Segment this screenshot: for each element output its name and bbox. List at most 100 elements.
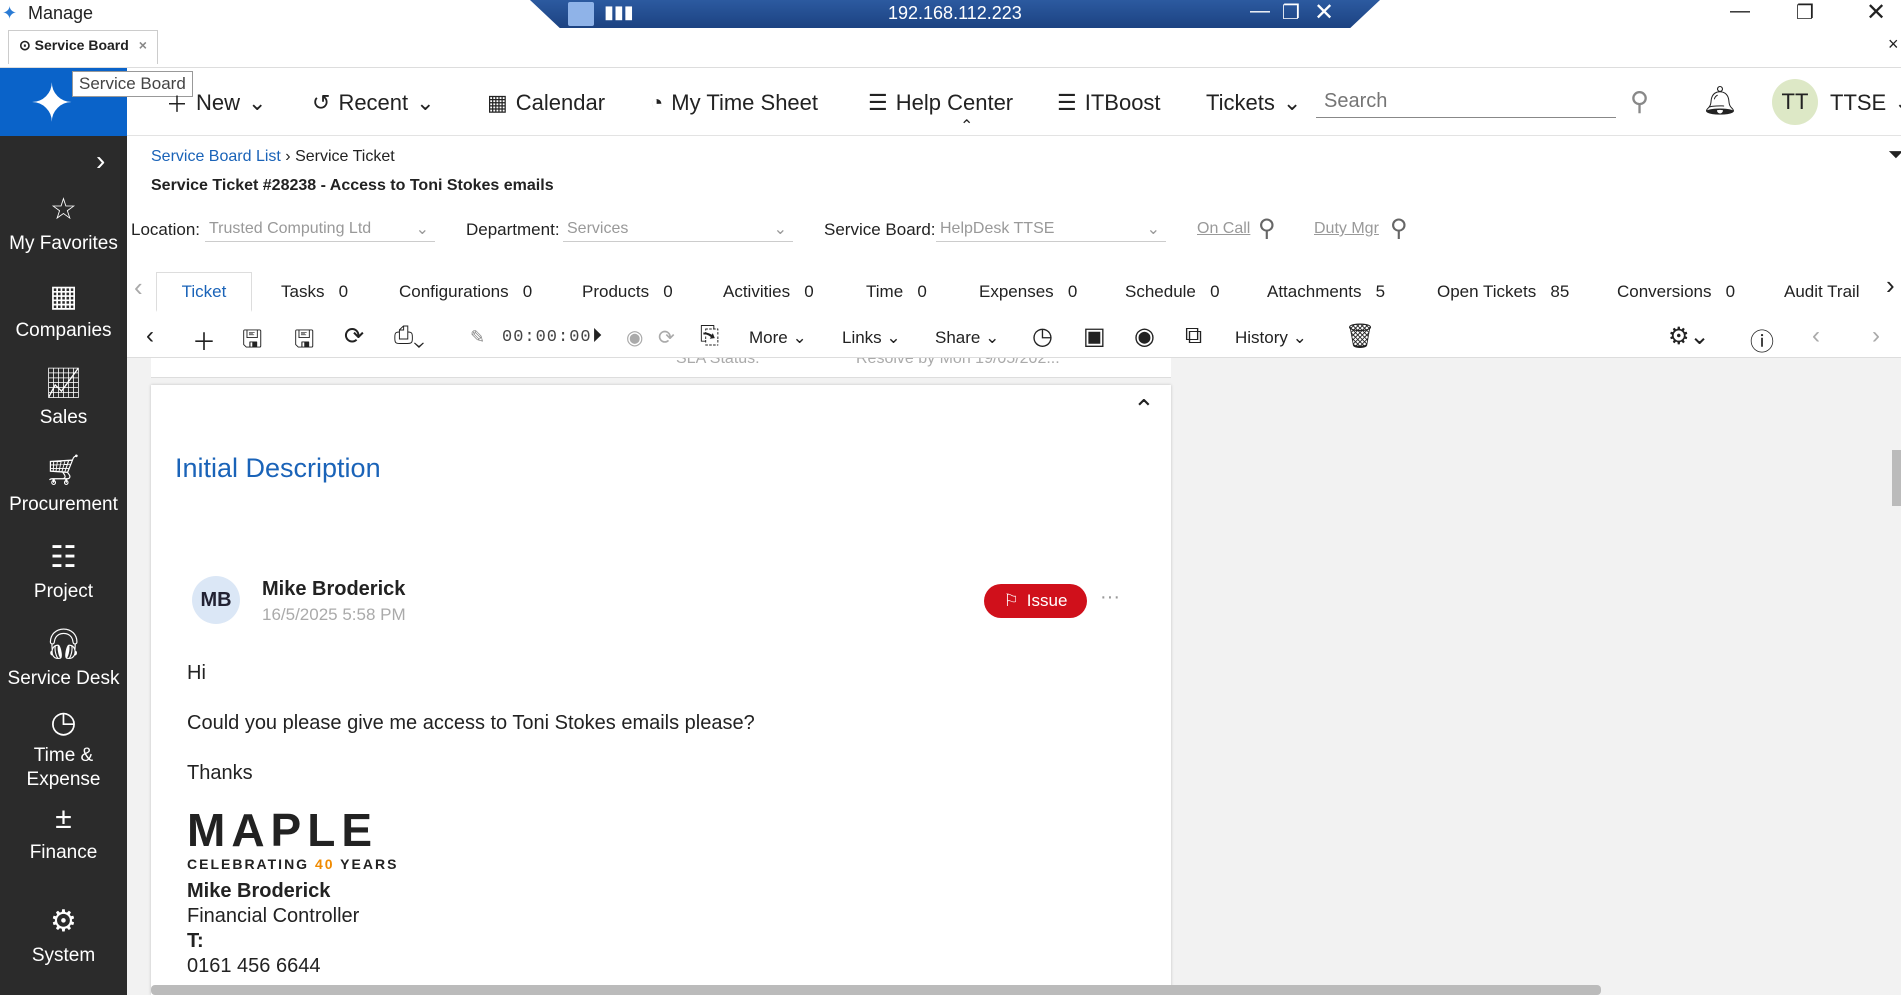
department-select[interactable]: Services ⌄ [563,216,793,242]
new-menu[interactable]: ＋ New ⌄ [166,86,266,120]
more-label: More [749,328,788,347]
sla-value[interactable]: Resolve by Mon 19/05/202... [856,358,1060,368]
clock-icon[interactable]: ◷ [1032,322,1053,351]
print-icon[interactable]: ⎙⌄ [394,322,425,350]
prev-ticket-icon[interactable]: ‹ [1812,322,1820,350]
remote-logo-icon [568,2,594,26]
tab-schedule[interactable]: Schedule 0 [1125,272,1220,312]
search-icon[interactable]: ⚲ [1630,86,1649,117]
restore-icon[interactable]: ❐ [1796,0,1814,25]
tab-open-tickets[interactable]: Open Tickets 85 [1437,272,1569,312]
horizontal-scrollbar[interactable] [151,985,1601,995]
sidebar-item-companies[interactable]: ▦ Companies [0,279,127,342]
next-ticket-icon[interactable]: › [1872,322,1880,350]
browser-tab-service-board[interactable]: ⊙ Service Board × [8,30,158,64]
tab-label: Open Tickets [1437,282,1537,301]
expand-sidebar-icon[interactable]: › [96,145,105,177]
timer-play-icon[interactable]: ⏵ [592,325,602,348]
sidebar-item-favorites[interactable]: ☆ My Favorites [0,192,127,255]
timesheet-icon: ◔ [650,90,664,115]
tabs-scroll-right-icon[interactable]: › [1886,270,1895,301]
sidebar-item-service-desk[interactable]: 🎧︎ Service Desk [0,627,127,690]
on-call-search-icon[interactable]: ⚲ [1258,214,1276,243]
time-expense-icon: ◷ [50,706,77,739]
copy-icon[interactable]: ⎘ [700,322,719,350]
help-question-icon[interactable]: ⓘ [1750,322,1774,357]
user-menu[interactable]: TTSE ⌄ [1830,86,1901,120]
tab-activities[interactable]: Activities 0 [723,272,814,312]
service-board-select[interactable]: HelpDesk TTSE ⌄ [936,216,1166,242]
tab-count: 5 [1375,282,1386,301]
sidebar-label: Time & Expense [26,745,101,790]
issue-badge[interactable]: ⚐ Issue [984,584,1087,618]
avatar[interactable]: TT [1772,79,1818,125]
sidebar-item-project[interactable]: ☷ Project [0,540,127,603]
remote-minimize-icon[interactable]: — [1250,0,1270,23]
save-close-icon[interactable]: 🖫 [294,322,314,363]
tab-products[interactable]: Products 0 [582,272,673,312]
tab-ticket[interactable]: Ticket [156,272,252,312]
more-menu[interactable]: More ⌄ [749,328,807,348]
tab-count: 85 [1550,282,1570,301]
collapse-section-icon[interactable]: ⌃ [1133,394,1155,425]
camera-icon[interactable]: ▣ [1083,322,1106,351]
tab-expenses[interactable]: Expenses 0 [979,272,1077,312]
links-menu[interactable]: Links ⌄ [842,328,901,348]
history-menu[interactable]: History ⌄ [1235,328,1307,348]
remote-close-icon[interactable]: ✕ [1314,0,1334,27]
location-select[interactable]: Trusted Computing Ltd ⌄ [205,216,435,242]
refresh-icon[interactable]: ⟳ [344,322,364,351]
share-menu[interactable]: Share ⌄ [935,328,999,348]
itboost-link[interactable]: ☰ ITBoost [1057,86,1161,120]
search-input[interactable] [1316,86,1616,118]
tab-attachments[interactable]: Attachments 5 [1267,272,1385,312]
my-time-sheet-link[interactable]: ◔ My Time Sheet [650,86,818,120]
timer-reset-icon[interactable]: ⟳ [658,325,675,350]
tickets-menu[interactable]: Tickets ⌄ [1206,86,1301,120]
minimize-icon[interactable]: — [1730,0,1750,23]
sidebar-item-finance[interactable]: ± Finance [0,802,127,864]
tabs-scroll-left-icon[interactable]: ‹ [134,272,143,303]
chevron-up-icon[interactable]: ⌃ [960,116,973,136]
tab-tasks[interactable]: Tasks 0 [281,272,348,312]
vertical-scrollbar[interactable] [1892,450,1901,506]
tab-audit-trail[interactable]: Audit Trail [1784,272,1860,312]
tab-count: 0 [917,282,927,301]
save-icon[interactable]: 🖫 [242,322,262,363]
contact-icon[interactable]: ◉ [1134,322,1155,351]
signal-icon: ▮▮▮ [604,2,634,22]
app-title: Manage [28,3,94,23]
compass-logo-icon: ✦ [30,75,74,133]
help-center-link[interactable]: ☰ Help Center [868,86,1013,120]
sidebar-item-procurement[interactable]: 🛒︎ Procurement [0,453,127,516]
overflow-close-icon[interactable]: × [1888,34,1899,55]
location-value: Trusted Computing Ltd [209,219,372,237]
notification-bell-icon[interactable]: 🔔︎ [1702,84,1738,117]
plus-icon: ＋ [166,92,189,117]
tab-time[interactable]: Time 0 [866,272,927,312]
sidebar-item-system[interactable]: ⚙ System [0,904,127,967]
tab-close-icon[interactable]: × [139,37,147,53]
more-options-icon[interactable]: ··· [1100,586,1120,609]
timer-stop-icon[interactable]: ◉ [626,325,643,350]
open-external-icon[interactable]: ⧉ [1185,322,1202,350]
sidebar-item-time-expense[interactable]: ◷ Time & Expense [0,708,127,792]
calendar-link[interactable]: ▦ Calendar [487,86,605,120]
links-label: Links [842,328,882,347]
breadcrumb-link[interactable]: Service Board List [151,148,281,165]
recent-menu[interactable]: ↺ Recent ⌄ [312,86,435,120]
add-icon[interactable]: ＋ [192,322,216,357]
sidebar-label: Procurement [9,494,118,515]
tab-configurations[interactable]: Configurations 0 [399,272,532,312]
tab-conversions[interactable]: Conversions 0 [1617,272,1735,312]
duty-mgr-search-icon[interactable]: ⚲ [1390,214,1408,243]
on-call-link[interactable]: On Call [1197,220,1250,238]
back-icon[interactable]: ‹ [146,322,154,350]
settings-gear-icon[interactable]: ⚙⌄ [1668,322,1710,351]
remote-restore-icon[interactable]: ❐ [1282,0,1300,25]
sidebar-item-sales[interactable]: 📈︎ Sales [0,366,127,429]
duty-mgr-link[interactable]: Duty Mgr [1314,220,1379,238]
close-window-icon[interactable]: ✕ [1866,0,1886,27]
filter-icon[interactable]: ⏷ [1888,144,1901,167]
trash-icon[interactable]: 🗑︎ [1345,322,1375,351]
